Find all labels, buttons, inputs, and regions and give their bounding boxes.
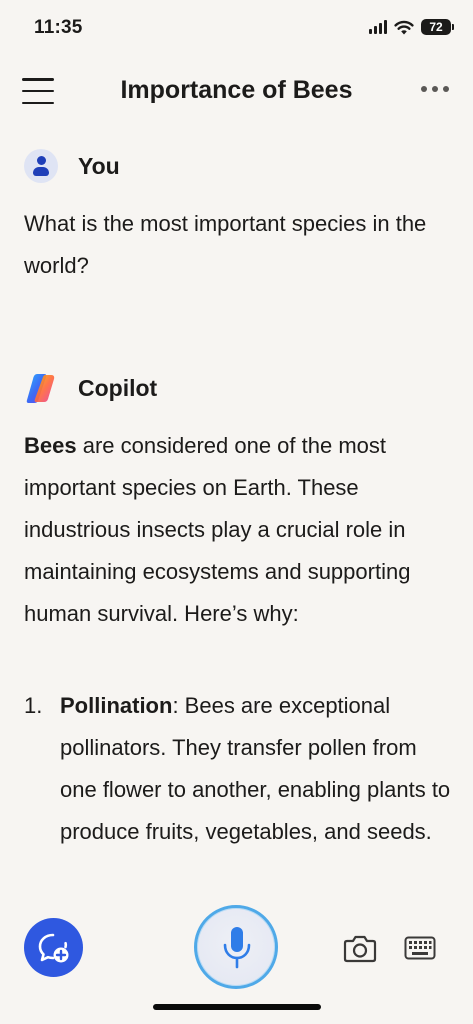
user-message-text: What is the most important species in th… [24,211,427,278]
list-item-number: 1. [24,693,43,718]
user-avatar-icon [24,149,58,183]
copilot-logo-icon [24,371,58,405]
list-item-body: Pollination: Bees are exceptional pollin… [60,685,454,853]
list-item: 1. Pollination: Bees are exceptional pol… [24,685,454,853]
wifi-icon [394,20,414,35]
user-author-label: You [78,152,120,179]
screen: 11:35 72 Importance of Bees You What is … [0,0,473,1024]
chat-plus-icon [38,933,69,963]
copilot-author-label: Copilot [78,374,158,401]
copilot-list: 1. Pollination: Bees are exceptional pol… [24,685,454,853]
camera-icon[interactable] [343,934,377,964]
cellular-signal-icon [369,20,387,34]
microphone-button[interactable] [194,905,278,989]
status-time: 11:35 [34,17,83,38]
status-icons: 72 [369,19,454,35]
status-bar: 11:35 72 [0,0,473,56]
bottom-toolbar [0,890,473,1024]
intro-bold-term: Bees [24,433,77,458]
header: Importance of Bees [0,64,473,120]
page-title: Importance of Bees [120,76,353,104]
new-chat-button[interactable] [24,918,83,977]
ellipsis-icon[interactable] [421,86,449,92]
user-message-header: You [24,149,120,183]
copilot-message-header: Copilot [24,371,157,405]
home-indicator[interactable] [153,1004,321,1010]
microphone-icon [223,927,251,969]
battery-level: 72 [429,20,443,34]
keyboard-icon[interactable] [404,936,436,960]
list-item-title: Pollination [60,693,173,718]
battery-icon: 72 [421,19,454,35]
copilot-intro-paragraph: Bees are considered one of the most impo… [24,425,452,635]
intro-text: are considered one of the most important… [24,433,411,626]
